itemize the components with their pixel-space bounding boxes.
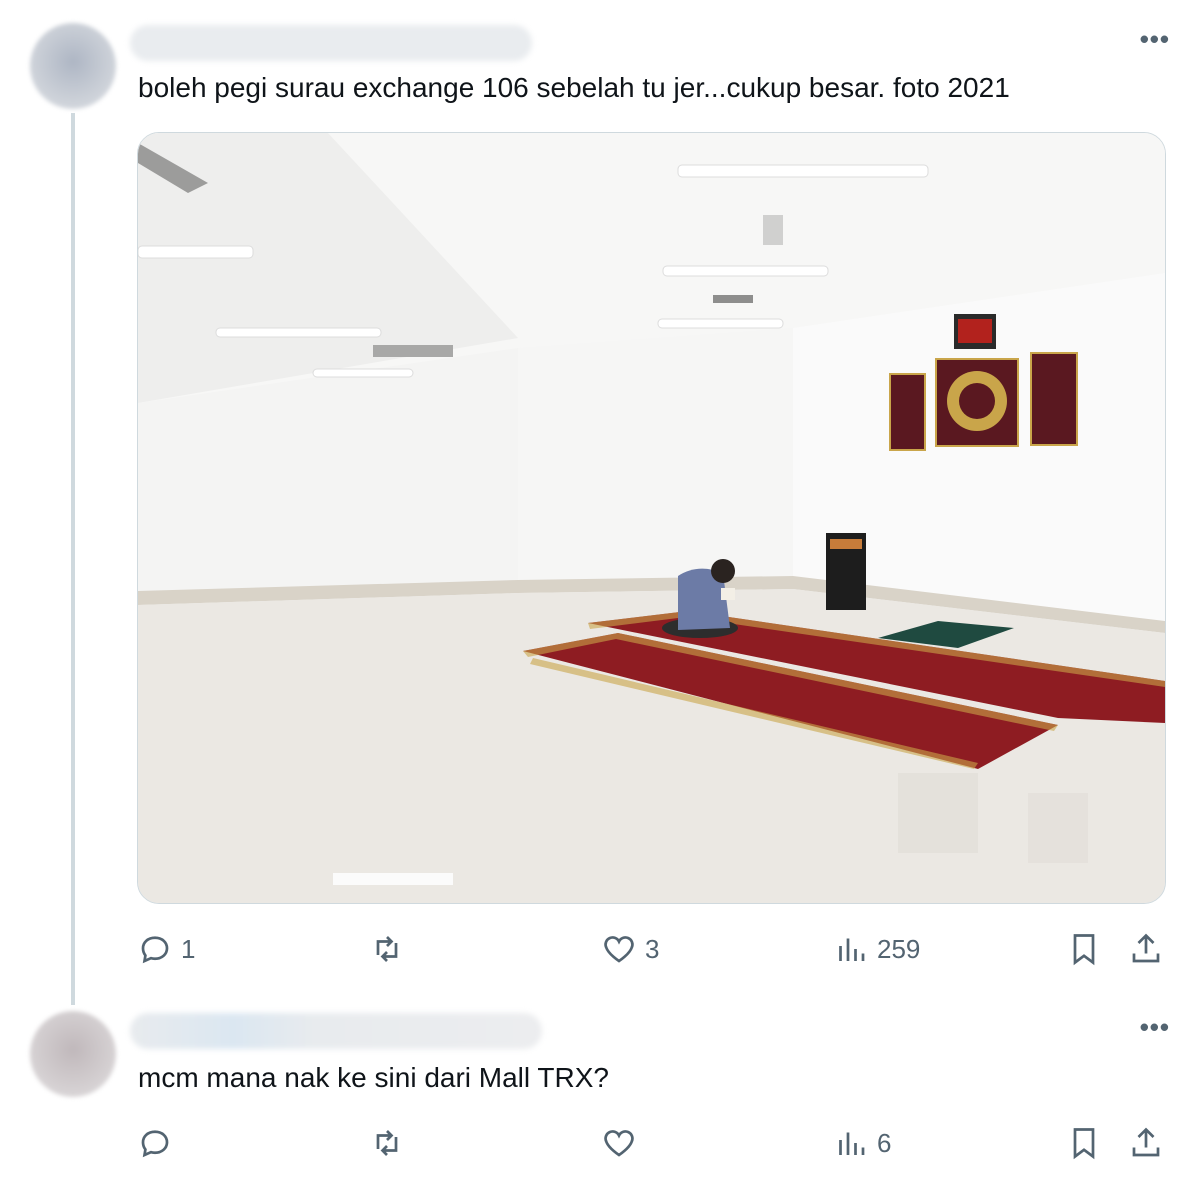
views-count: 259 <box>877 933 921 964</box>
like-icon <box>604 936 634 963</box>
views-count: 6 <box>877 1127 892 1158</box>
bookmark-icon <box>1073 1128 1095 1160</box>
reply-button[interactable]: 1 <box>137 929 195 969</box>
retweet-icon <box>376 936 398 962</box>
tweet-actions: 1 3 259 <box>0 929 1198 969</box>
views-button[interactable]: 259 <box>833 929 920 969</box>
views-button[interactable]: 6 <box>833 1123 891 1163</box>
tweet-text: boleh pegi surau exchange 106 sebelah tu… <box>138 72 1010 103</box>
reply-button[interactable] <box>137 1123 181 1163</box>
thread-connector-line <box>71 113 75 1005</box>
tweet-actions: 6 <box>0 1123 1198 1163</box>
bookmark-button[interactable] <box>1066 929 1102 969</box>
share-button[interactable] <box>1128 929 1164 969</box>
share-icon <box>1132 933 1160 963</box>
tweet-photo[interactable] <box>137 132 1166 904</box>
retweet-button[interactable] <box>369 1123 413 1163</box>
reply-count: 1 <box>181 933 196 964</box>
author-name-redacted[interactable] <box>130 1013 542 1049</box>
more-icon[interactable]: ••• <box>1140 1014 1170 1040</box>
like-button[interactable] <box>601 1123 645 1163</box>
bookmark-button[interactable] <box>1066 1123 1102 1163</box>
like-button[interactable]: 3 <box>601 929 659 969</box>
tweet-text: mcm mana nak ke sini dari Mall TRX? <box>138 1062 609 1093</box>
more-icon[interactable]: ••• <box>1140 26 1170 52</box>
reply-icon <box>141 936 169 964</box>
author-name-redacted[interactable] <box>130 25 532 61</box>
share-icon <box>1132 1127 1160 1157</box>
retweet-icon <box>376 1130 398 1156</box>
share-button[interactable] <box>1128 1123 1164 1163</box>
views-icon <box>839 1132 865 1155</box>
like-icon <box>604 1130 634 1157</box>
avatar[interactable] <box>30 23 116 109</box>
like-count: 3 <box>645 933 660 964</box>
reply-icon <box>141 1130 169 1158</box>
views-icon <box>839 938 865 961</box>
bookmark-icon <box>1073 934 1095 966</box>
avatar[interactable] <box>30 1011 116 1097</box>
retweet-button[interactable] <box>369 929 413 969</box>
